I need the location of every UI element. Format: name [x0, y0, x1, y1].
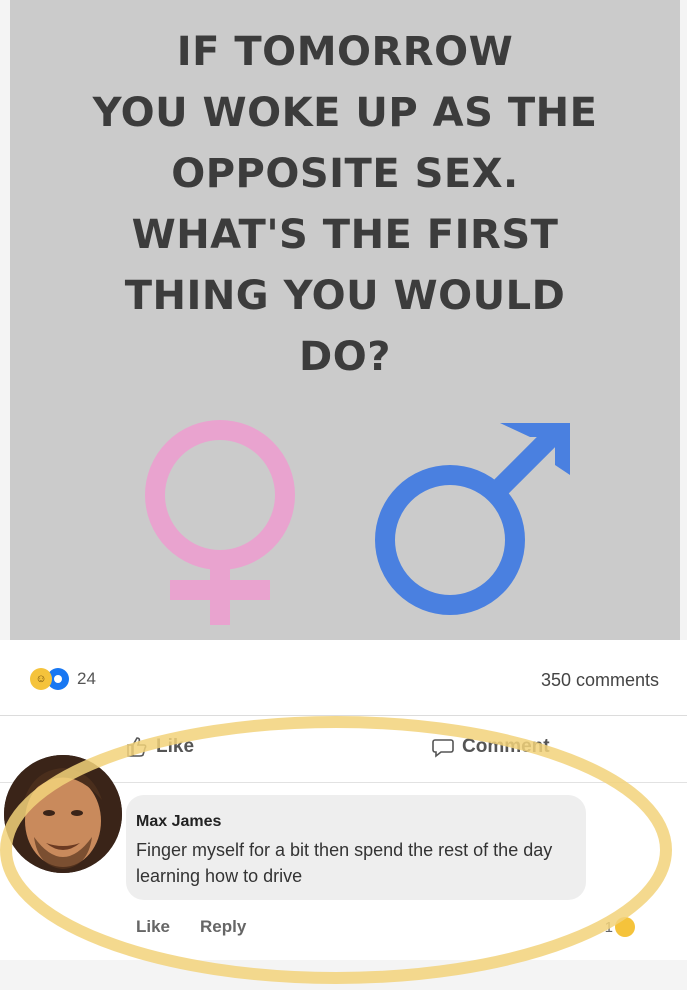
- male-symbol-icon: [375, 423, 570, 615]
- comments-count-link[interactable]: 350 comments: [541, 670, 659, 691]
- comment-button[interactable]: Comment: [432, 736, 550, 758]
- headline-line: DO?: [299, 334, 391, 380]
- headline-line: WHAT'S THE FIRST: [131, 212, 559, 258]
- comment-author[interactable]: Max James: [136, 813, 221, 831]
- laugh-reaction-icon: [615, 917, 635, 937]
- headline-line: THING YOU WOULD: [124, 273, 566, 319]
- comment-actions: Like Reply: [136, 917, 246, 937]
- comment-bubble: Max James Finger myself for a bit then s…: [126, 795, 586, 900]
- like-button-label: Like: [156, 736, 195, 757]
- comment-like-link[interactable]: Like: [136, 917, 170, 937]
- post-headline: IF TOMORROW YOU WOKE UP AS THE OPPOSITE …: [10, 22, 680, 388]
- comment-section: Max James Finger myself for a bit then s…: [0, 755, 687, 960]
- avatar[interactable]: [4, 755, 122, 873]
- comment-reaction-count[interactable]: 1: [605, 917, 635, 937]
- avatar-face-icon: [4, 755, 122, 873]
- comment-reaction-number: 1: [604, 918, 613, 936]
- comment-bubble-icon: [432, 739, 454, 758]
- comment-reply-link[interactable]: Reply: [200, 917, 246, 937]
- post-stats-bar: ☺ 24 350 comments: [0, 640, 687, 716]
- like-button[interactable]: Like: [126, 736, 194, 758]
- headline-line: YOU WOKE UP AS THE: [92, 90, 598, 136]
- female-symbol-icon: [145, 420, 295, 625]
- headline-line: IF TOMORROW: [176, 29, 514, 75]
- headline-line: OPPOSITE SEX.: [171, 151, 519, 197]
- reaction-count: 24: [77, 669, 96, 688]
- comment-text: Finger myself for a bit then spend the r…: [136, 840, 553, 886]
- gender-symbols: [145, 420, 570, 625]
- reaction-summary[interactable]: ☺ 24: [30, 668, 96, 690]
- laugh-reaction-icon: ☺: [30, 668, 52, 690]
- thumbs-up-icon: [127, 737, 147, 757]
- comment-button-label: Comment: [462, 736, 550, 757]
